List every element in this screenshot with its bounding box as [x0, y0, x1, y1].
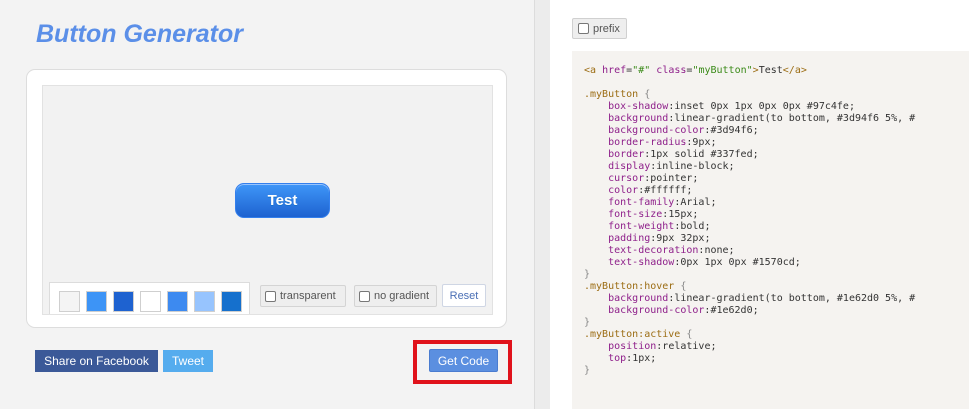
share-facebook-button[interactable]: Share on Facebook [35, 350, 158, 372]
tweet-button[interactable]: Tweet [163, 350, 213, 372]
prefix-label: prefix [593, 22, 620, 35]
preview-test-button[interactable]: Test [235, 183, 330, 218]
color-swatch-3[interactable] [113, 291, 134, 312]
color-swatch-7[interactable] [221, 291, 242, 312]
css-block-mybutton: .myButton { box-shadow:inset 0px 1px 0px… [584, 89, 916, 280]
color-swatch-6[interactable] [194, 291, 215, 312]
prefix-toggle[interactable]: prefix [572, 18, 627, 39]
page-title: Button Generator [36, 20, 243, 48]
generator-panel: Button Generator Test transparent no gra… [0, 0, 534, 409]
color-swatch-4[interactable] [140, 291, 161, 312]
css-block-active: .myButton:active { position:relative; to… [584, 329, 717, 376]
code-output[interactable]: <a href="#" class="myButton">Test</a> .m… [572, 51, 969, 409]
get-code-button[interactable]: Get Code [429, 349, 498, 372]
preview-area: Test transparent no gradient Reset [42, 85, 493, 315]
color-swatch-1[interactable] [59, 291, 80, 312]
color-swatch-5[interactable] [167, 291, 188, 312]
prefix-checkbox[interactable] [578, 23, 589, 34]
no-gradient-checkbox[interactable] [359, 290, 370, 302]
reset-button[interactable]: Reset [442, 284, 486, 307]
transparent-label: transparent [280, 290, 336, 302]
preview-card: Test transparent no gradient Reset [26, 69, 507, 328]
transparent-checkbox[interactable] [265, 290, 276, 302]
code-panel: prefix <a href="#" class="myButton">Test… [550, 0, 969, 409]
panel-divider[interactable] [534, 0, 550, 409]
no-gradient-toggle[interactable]: no gradient [354, 285, 437, 307]
css-block-hover: .myButton:hover { background:linear-grad… [584, 281, 916, 328]
no-gradient-label: no gradient [374, 290, 430, 302]
color-swatch-row [49, 282, 250, 314]
color-swatch-2[interactable] [86, 291, 107, 312]
html-snippet: <a href="#" class="myButton">Test</a> [584, 65, 807, 76]
transparent-toggle[interactable]: transparent [260, 285, 346, 307]
